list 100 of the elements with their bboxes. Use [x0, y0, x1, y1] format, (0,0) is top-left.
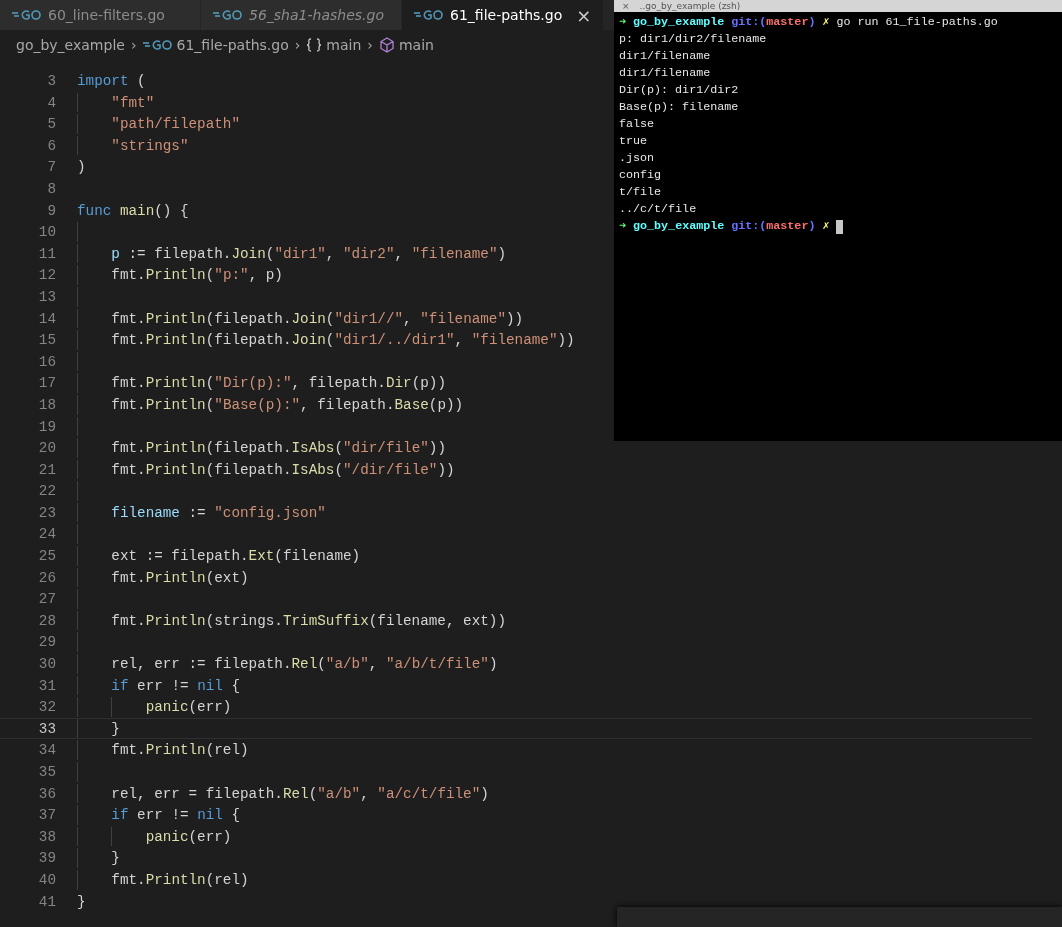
code-line: "strings" [111, 136, 189, 156]
code-line: import ( [77, 72, 146, 91]
prompt-text: ) [808, 218, 816, 235]
line-number: 33 [37, 719, 57, 739]
prompt-text: go run 61_file-paths.go [836, 14, 998, 31]
line-number: 5 [46, 115, 57, 134]
terminal-title: ..go_by_example (zsh) [639, 1, 741, 11]
chevron-icon: › [367, 37, 373, 53]
code-line: fmt.Println(filepath.IsAbs("dir/file")) [111, 439, 446, 458]
breadcrumb-item[interactable]: 61_file-paths.go [176, 37, 289, 53]
line-number: 17 [37, 374, 57, 393]
chevron-icon: › [130, 37, 137, 53]
code-line: fmt.Println(filepath.IsAbs("/dir/file")) [111, 460, 455, 480]
line-number: 3 [46, 72, 57, 91]
go-logo-icon [142, 39, 173, 51]
tab-label: 56_sha1-hashes.go [249, 7, 384, 23]
code-line: fmt.Println(strings.TrimSuffix(filename, ext)) [111, 611, 506, 631]
line-number: 7 [46, 158, 57, 177]
code-line: p := filepath.Join("dir1", "dir2", "filename") [111, 244, 507, 264]
breadcrumb-item[interactable]: go_by_example [16, 37, 125, 53]
terminal-output: t/file [619, 184, 662, 201]
prompt-text: go_by_example [633, 14, 725, 31]
code-line: fmt.Println(ext) [111, 568, 249, 588]
prompt-text: git:( [731, 14, 767, 31]
line-number: 24 [37, 525, 57, 545]
go-logo-icon [213, 9, 243, 21]
code-line: fmt.Println("p:", p) [111, 266, 283, 285]
breadcrumb-item[interactable]: main [398, 37, 434, 53]
line-number: 36 [37, 784, 57, 804]
line-number: 9 [46, 201, 57, 221]
code-line: fmt.Println("Base(p):", filepath.Base(p)) [111, 395, 464, 415]
editor-tab[interactable]: 60_line-filters.go [0, 0, 201, 30]
code-line: fmt.Println(filepath.Join("dir1//", "filename")) [111, 309, 524, 329]
terminal-output: dir1/filename [619, 65, 711, 82]
prompt-text: git:( [731, 218, 767, 235]
line-number: 28 [37, 611, 57, 631]
chevron-icon: › [294, 37, 301, 53]
code-line: rel, err = filepath.Rel("a/b", "a/c/t/file") [111, 784, 489, 804]
line-number: 16 [37, 352, 57, 372]
breadcrumb-item[interactable]: main [326, 37, 362, 53]
code-line: if err != nil { [111, 806, 241, 825]
arrow-icon: ➜ [619, 14, 627, 31]
arrow-icon: ➜ [619, 218, 627, 235]
terminal-output: true [619, 133, 648, 150]
terminal-output: .json [619, 150, 655, 167]
line-number: 4 [46, 93, 57, 113]
code-line: panic(err) [145, 827, 232, 847]
editor-tab[interactable]: 61_file-paths.go × [402, 0, 605, 30]
code-line: filename := "config.json" [111, 503, 326, 523]
line-number: 25 [37, 547, 57, 566]
prompt-text: ) [808, 14, 816, 31]
line-number: 6 [46, 136, 57, 156]
line-number: 11 [37, 244, 57, 264]
line-number: 40 [37, 870, 57, 890]
line-number: 15 [37, 331, 57, 350]
code-line: fmt.Println(rel) [111, 870, 249, 890]
code-line: } [111, 849, 120, 868]
code-line: "fmt" [111, 93, 155, 113]
line-number: 22 [37, 482, 57, 501]
editor-tab[interactable]: 56_sha1-hashes.go [201, 0, 402, 30]
line-number: 23 [37, 503, 57, 523]
terminal-output: config [619, 167, 662, 184]
prompt-text: master [766, 218, 809, 235]
line-number: 38 [37, 827, 57, 847]
line-number: 8 [46, 179, 57, 199]
line-number: 26 [37, 568, 57, 588]
line-number: 18 [37, 395, 57, 415]
tab-label: 60_line-filters.go [48, 7, 165, 23]
code-line: func main() { [77, 201, 189, 221]
cube-icon [378, 37, 395, 53]
line-number: 27 [37, 590, 57, 609]
code-line: ext := filepath.Ext(filename) [111, 547, 361, 566]
code-line: if err != nil { [111, 676, 241, 696]
code-line: } [111, 719, 120, 739]
go-logo-icon [12, 9, 42, 21]
code-line: panic(err) [145, 698, 232, 717]
terminal-output: Base(p): filename [619, 99, 739, 116]
code-line: "path/filepath" [111, 115, 240, 134]
terminal-output: p: dir1/dir2/filename [619, 31, 767, 48]
prompt-text: go_by_example [633, 218, 725, 235]
code-line: rel, err := filepath.Rel("a/b", "a/b/t/file") [111, 655, 498, 674]
code-line: fmt.Println("Dir(p):", filepath.Dir(p)) [111, 374, 446, 393]
code-line: fmt.Println(filepath.Join("dir1/../dir1", "filename")) [111, 331, 575, 350]
prompt-text: ✗ [822, 14, 830, 31]
close-icon[interactable]: × [576, 4, 592, 26]
line-number: 35 [37, 763, 57, 782]
line-number: 37 [37, 806, 57, 825]
line-number: 19 [37, 417, 57, 437]
terminal-output: dir1/filename [619, 48, 711, 65]
line-number: 39 [37, 849, 57, 868]
line-number: 32 [37, 698, 57, 717]
close-icon[interactable]: × [622, 1, 630, 11]
terminal-output: ../c/t/file [619, 201, 697, 218]
prompt-text: master [766, 14, 809, 31]
prompt-text: ✗ [822, 218, 830, 235]
go-logo-icon [414, 9, 444, 21]
terminal-output: Dir(p): dir1/dir2 [619, 82, 739, 99]
line-number: 20 [37, 439, 57, 458]
line-number: 31 [37, 676, 57, 696]
line-number: 14 [37, 309, 57, 329]
